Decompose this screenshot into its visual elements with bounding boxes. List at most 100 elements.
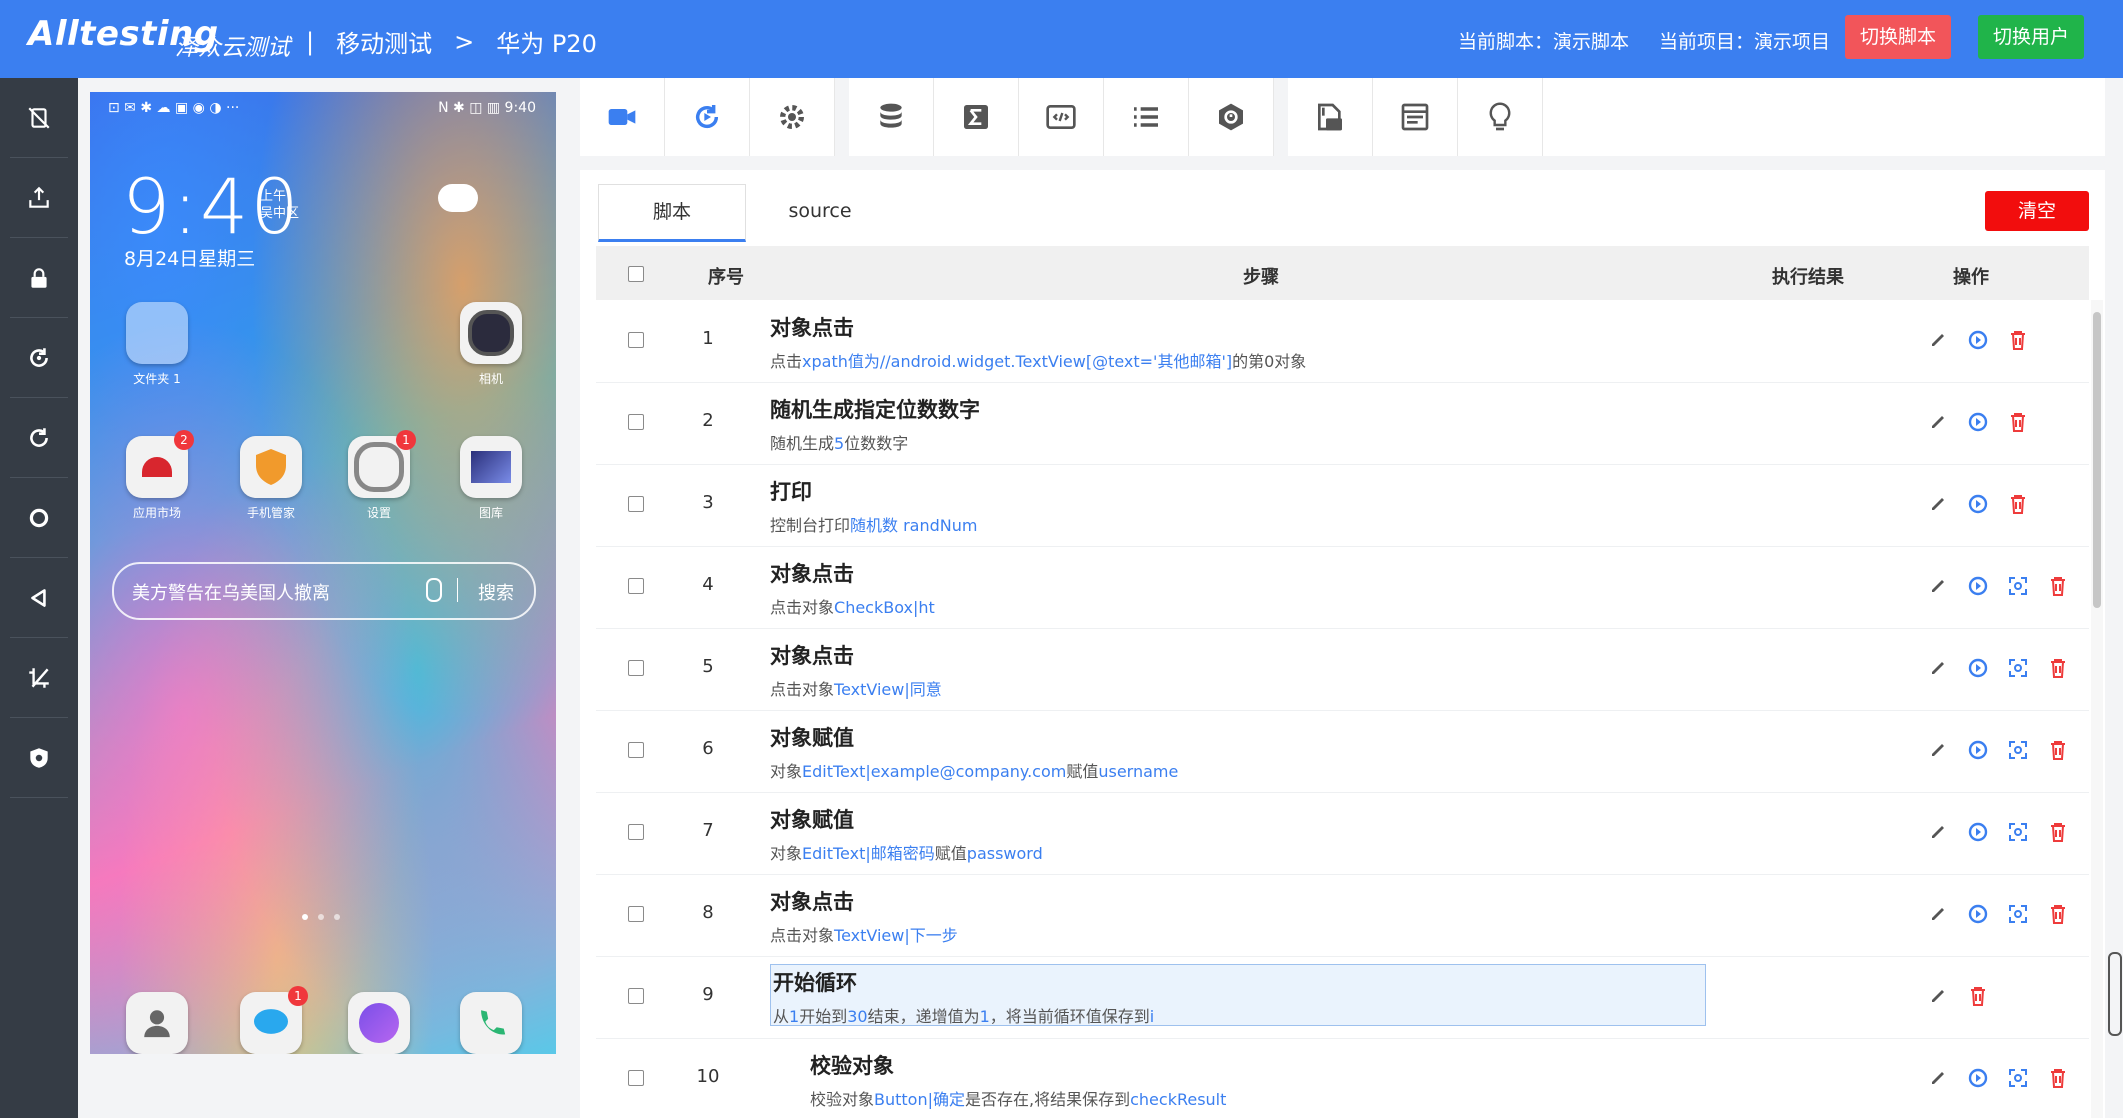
- step-cell[interactable]: 随机生成指定位数数字 随机生成5位数数字: [770, 394, 980, 454]
- dock-phone[interactable]: [458, 992, 524, 1054]
- app-camera[interactable]: 相机: [458, 302, 524, 387]
- clear-button[interactable]: 清空: [1985, 191, 2089, 231]
- device-screen[interactable]: ⊡ ✉ ✱ ☁ ▣ ◉ ◑ ··· N ✱ ◫ ▥ 9:40 9:40 上午 吴…: [90, 92, 556, 1054]
- edit-icon[interactable]: [1926, 1066, 1950, 1090]
- lock-button[interactable]: [10, 238, 68, 318]
- playback-tool[interactable]: [665, 78, 750, 156]
- weather-icon[interactable]: [438, 184, 478, 212]
- step-cell[interactable]: 对象点击 点击对象CheckBox|ht: [770, 558, 935, 618]
- database-tool[interactable]: [849, 78, 934, 156]
- delete-icon[interactable]: [2006, 410, 2030, 434]
- table-row[interactable]: 4 对象点击 点击对象CheckBox|ht: [596, 546, 2089, 629]
- edit-icon[interactable]: [1926, 738, 1950, 762]
- export-tool[interactable]: [1288, 78, 1373, 156]
- step-cell[interactable]: 校验对象 校验对象Button|确定是否存在,将结果保存到checkResult: [810, 1050, 1226, 1110]
- edit-icon[interactable]: [1926, 902, 1950, 926]
- row-checkbox[interactable]: [628, 414, 644, 430]
- code-tool[interactable]: [1019, 78, 1104, 156]
- table-row[interactable]: 1 对象点击 点击xpath值为//android.widget.TextVie…: [596, 300, 2089, 383]
- row-checkbox[interactable]: [628, 906, 644, 922]
- delete-icon[interactable]: [2046, 738, 2070, 762]
- run-step-icon[interactable]: [1966, 574, 1990, 598]
- tab-source[interactable]: source: [760, 184, 880, 238]
- dock-contacts[interactable]: [124, 992, 190, 1054]
- settings-tool[interactable]: [750, 78, 835, 156]
- page-scroll-handle[interactable]: [2108, 952, 2122, 1036]
- run-step-icon[interactable]: [1966, 1066, 1990, 1090]
- step-cell[interactable]: 对象赋值 对象EditText|邮箱密码赋值password: [770, 804, 1043, 864]
- table-row[interactable]: 6 对象赋值 对象EditText|example@company.com赋值u…: [596, 710, 2089, 793]
- table-row[interactable]: 5 对象点击 点击对象TextView|同意: [596, 628, 2089, 711]
- step-cell[interactable]: 开始循环 从1开始到30结束，递增值为1，将当前循环值保存到i: [770, 964, 1706, 1026]
- locate-object-icon[interactable]: [2006, 656, 2030, 680]
- row-checkbox[interactable]: [628, 578, 644, 594]
- app-folder[interactable]: 文件夹 1: [124, 302, 190, 387]
- locate-object-icon[interactable]: [2006, 1066, 2030, 1090]
- row-checkbox[interactable]: [628, 1070, 644, 1086]
- delete-icon[interactable]: [2046, 820, 2070, 844]
- step-cell[interactable]: 对象点击 点击xpath值为//android.widget.TextView[…: [770, 312, 1306, 372]
- locate-object-icon[interactable]: [2006, 738, 2030, 762]
- table-row[interactable]: 8 对象点击 点击对象TextView|下一步: [596, 874, 2089, 957]
- edit-icon[interactable]: [1926, 492, 1950, 516]
- install-button[interactable]: [10, 158, 68, 238]
- edit-icon[interactable]: [1926, 820, 1950, 844]
- phone-search-button[interactable]: 搜索: [478, 579, 514, 605]
- edit-icon[interactable]: [1926, 410, 1950, 434]
- app-settings[interactable]: 1 设置: [346, 430, 416, 521]
- run-step-icon[interactable]: [1966, 410, 1990, 434]
- table-scrollbar[interactable]: [2091, 300, 2103, 1118]
- row-checkbox[interactable]: [628, 496, 644, 512]
- switch-user-button[interactable]: 切换用户: [1978, 15, 2084, 59]
- run-step-icon[interactable]: [1966, 820, 1990, 844]
- step-cell[interactable]: 打印 控制台打印随机数 randNum: [770, 476, 977, 536]
- locate-object-icon[interactable]: [2006, 820, 2030, 844]
- run-step-icon[interactable]: [1966, 902, 1990, 926]
- locate-object-icon[interactable]: [2006, 574, 2030, 598]
- run-step-icon[interactable]: [1966, 738, 1990, 762]
- delete-icon[interactable]: [2046, 656, 2070, 680]
- row-checkbox[interactable]: [628, 988, 644, 1004]
- table-row-selected[interactable]: 9 开始循环 从1开始到30结束，递增值为1，将当前循环值保存到i: [596, 956, 2089, 1039]
- app-store[interactable]: 2 应用市场: [124, 430, 194, 521]
- run-step-icon[interactable]: [1966, 492, 1990, 516]
- breadcrumb-section[interactable]: 移动测试: [336, 24, 432, 59]
- row-checkbox[interactable]: [628, 332, 644, 348]
- refresh-button[interactable]: [10, 398, 68, 478]
- row-checkbox[interactable]: [628, 824, 644, 840]
- step-cell[interactable]: 对象点击 点击对象TextView|下一步: [770, 886, 958, 946]
- list-tool[interactable]: [1104, 78, 1189, 156]
- function-tool[interactable]: [934, 78, 1019, 156]
- timer-tool[interactable]: [1189, 78, 1274, 156]
- table-row[interactable]: 3 打印 控制台打印随机数 randNum: [596, 464, 2089, 547]
- table-row[interactable]: 7 对象赋值 对象EditText|邮箱密码赋值password: [596, 792, 2089, 875]
- row-checkbox[interactable]: [628, 742, 644, 758]
- record-tool[interactable]: [580, 78, 665, 156]
- screenshot-button[interactable]: [10, 638, 68, 718]
- switch-script-button[interactable]: 切换脚本: [1845, 15, 1951, 59]
- delete-icon[interactable]: [2006, 492, 2030, 516]
- delete-icon[interactable]: [2006, 328, 2030, 352]
- edit-icon[interactable]: [1926, 574, 1950, 598]
- edit-icon[interactable]: [1926, 984, 1950, 1008]
- table-row[interactable]: 10 校验对象 校验对象Button|确定是否存在,将结果保存到checkRes…: [596, 1038, 2089, 1118]
- dock-messages[interactable]: 1: [238, 986, 308, 1054]
- delete-icon[interactable]: [2046, 1066, 2070, 1090]
- mic-icon[interactable]: [426, 578, 442, 602]
- step-cell[interactable]: 对象点击 点击对象TextView|同意: [770, 640, 942, 700]
- tab-script[interactable]: 脚本: [598, 184, 746, 242]
- edit-icon[interactable]: [1926, 656, 1950, 680]
- delete-icon[interactable]: [2046, 574, 2070, 598]
- rotate-button[interactable]: [10, 318, 68, 398]
- step-cell[interactable]: 对象赋值 对象EditText|example@company.com赋值use…: [770, 722, 1178, 782]
- row-checkbox[interactable]: [628, 660, 644, 676]
- table-row[interactable]: 2 随机生成指定位数数字 随机生成5位数数字: [596, 382, 2089, 465]
- phone-search-bar[interactable]: 美方警告在乌美国人撤离 搜索: [112, 562, 536, 620]
- delete-icon[interactable]: [1966, 984, 1990, 1008]
- locate-object-icon[interactable]: [2006, 902, 2030, 926]
- home-button[interactable]: [10, 478, 68, 558]
- scrollbar-thumb[interactable]: [2093, 312, 2101, 608]
- tips-tool[interactable]: [1458, 78, 1543, 156]
- select-all-checkbox[interactable]: [628, 266, 644, 282]
- back-button[interactable]: [10, 558, 68, 638]
